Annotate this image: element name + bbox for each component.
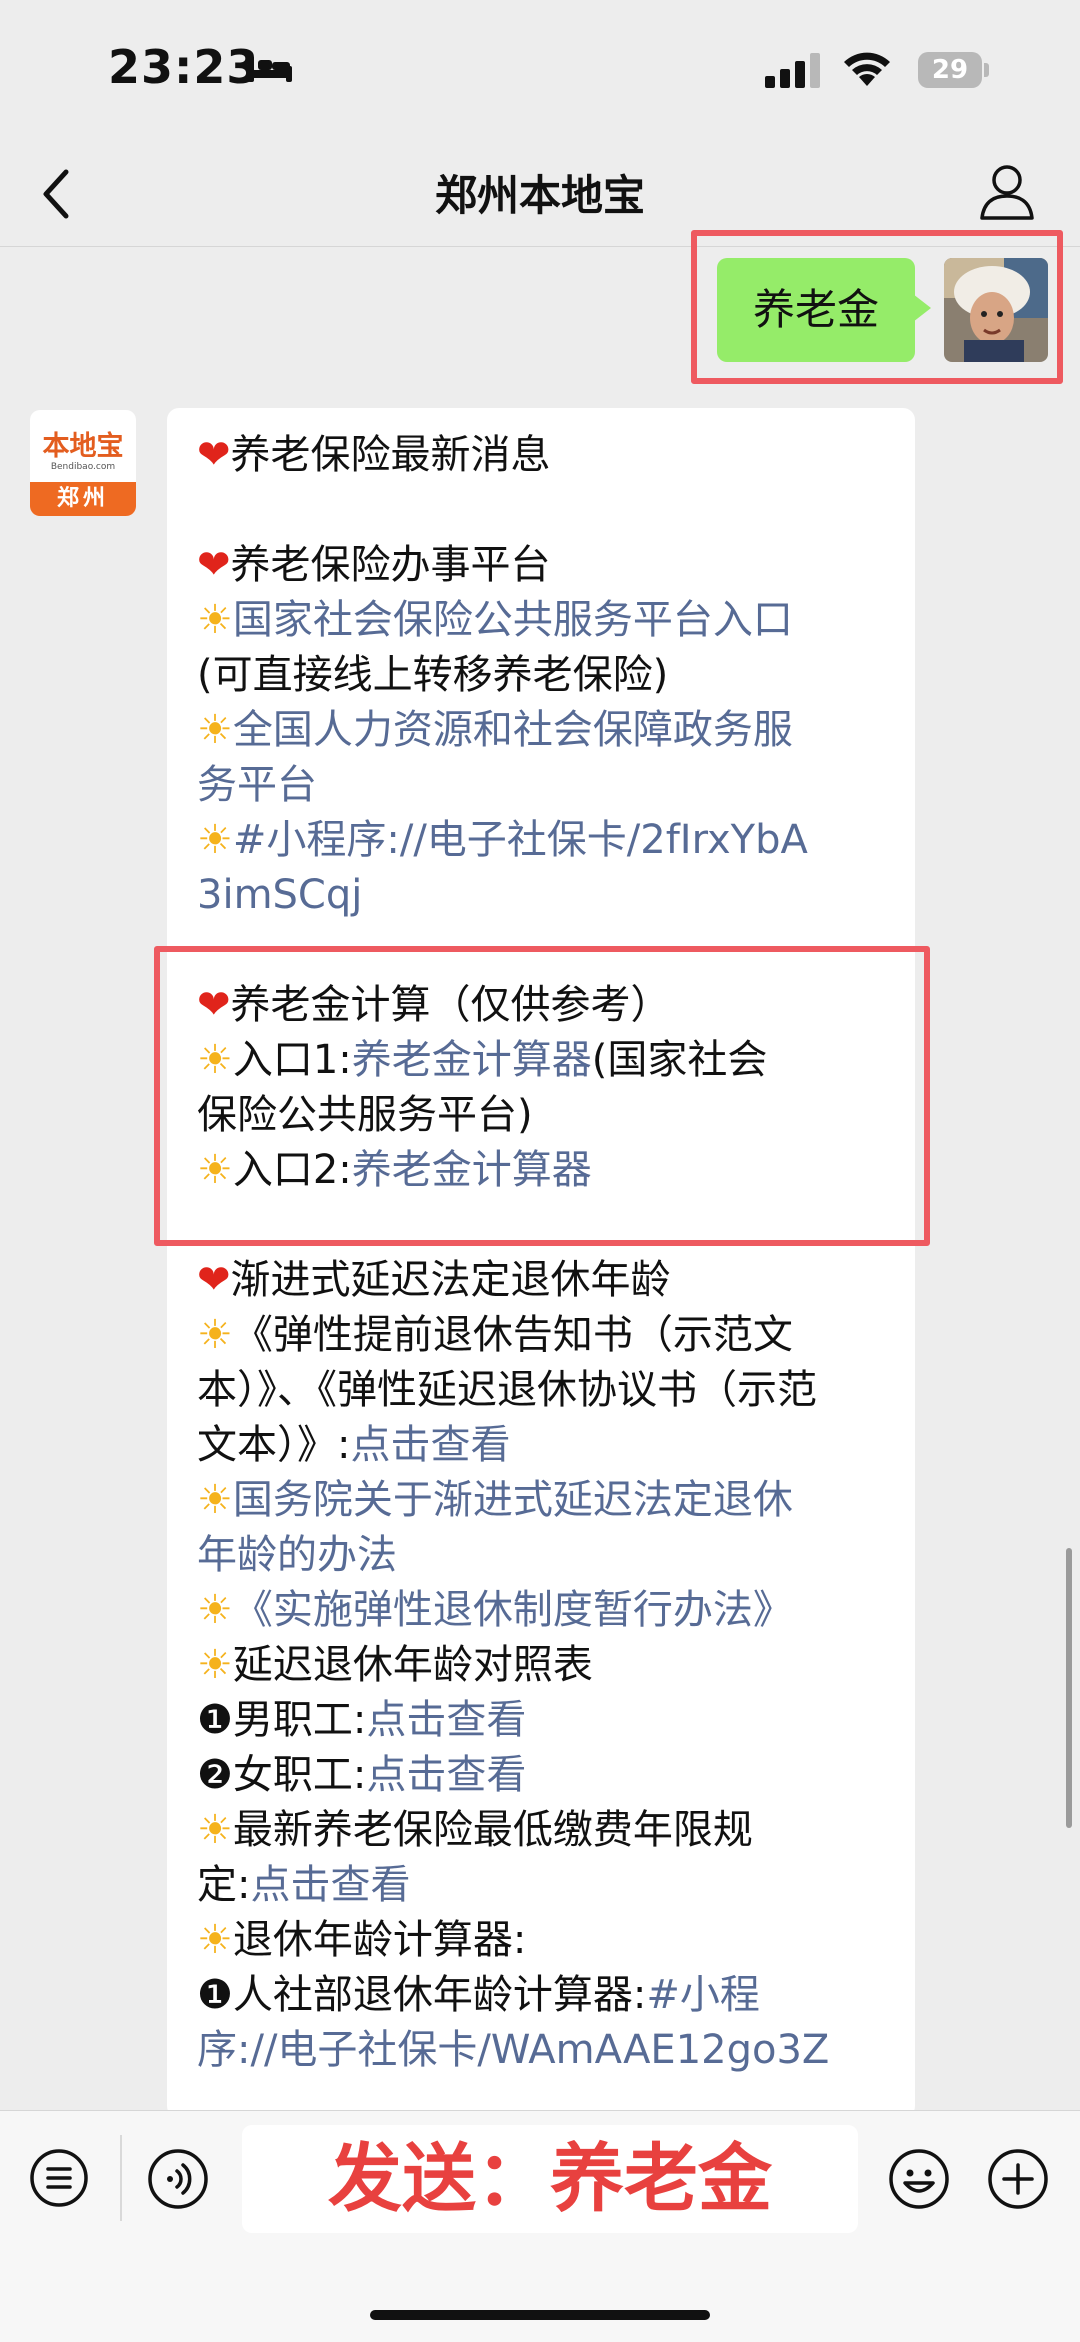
miniprogram-link[interactable]: #小程序://电子社保卡/2fIrxYbA xyxy=(233,817,808,863)
reply-line: ❷女职工: xyxy=(197,1752,367,1798)
voice-input-icon[interactable] xyxy=(146,2147,210,2211)
menu-switch-icon[interactable] xyxy=(28,2147,90,2209)
reply-line: 本）》、《弹性延迟退休协议书（示范 xyxy=(197,1367,817,1413)
view-link-male[interactable]: 点击查看 xyxy=(366,1697,526,1743)
retirement-calc-miniprogram-link-cont[interactable]: 序://电子社保卡/WAmAAE12go3Z xyxy=(197,2023,897,2078)
heart-icon: ❤ xyxy=(197,432,231,478)
view-link-female[interactable]: 点击查看 xyxy=(366,1752,526,1798)
heart-icon: ❤ xyxy=(197,542,231,588)
sun-icon: ☀ xyxy=(197,1642,233,1688)
reply-line: 渐进式延迟法定退休年龄 xyxy=(230,1257,671,1303)
reply-line: 定: xyxy=(197,1862,251,1908)
sun-icon: ☀ xyxy=(197,1312,233,1358)
scroll-indicator[interactable] xyxy=(1066,1548,1072,1828)
reply-line: 养老保险最新消息 xyxy=(230,432,551,478)
reply-line: 最新养老保险最低缴费年限规 xyxy=(232,1807,753,1853)
reply-line: 《弹性提前退休告知书（示范文 xyxy=(232,1312,793,1358)
chat-title: 郑州本地宝 xyxy=(434,171,645,220)
sleep-focus-icon xyxy=(248,56,292,82)
home-indicator[interactable] xyxy=(370,2310,710,2320)
sent-message-bubble[interactable]: 养老金 xyxy=(717,258,931,362)
reply-line: ❶人社部退休年龄计算器: xyxy=(197,1972,647,2018)
logo-city: 郑州 xyxy=(30,482,136,516)
reply-message-bubble: ❤养老保险最新消息 ❤养老保险办事平台 ☀国家社会保险公共服务平台入口 (可直接… xyxy=(167,408,915,2118)
reply-line: 文本）》: xyxy=(197,1422,351,1468)
battery-icon: 29 xyxy=(918,52,982,88)
toolbar-divider xyxy=(120,2135,122,2221)
sun-icon: ☀ xyxy=(197,1917,233,1963)
wifi-icon xyxy=(844,52,890,86)
status-time: 23:23 xyxy=(108,40,260,94)
reply-line: 退休年龄计算器: xyxy=(232,1917,527,1963)
sun-icon: ☀ xyxy=(197,1477,233,1523)
logo-text: 本地宝 xyxy=(42,431,124,462)
reply-line: (可直接线上转移养老保险) xyxy=(197,652,669,698)
reply-content: ❤养老保险最新消息 ❤养老保险办事平台 ☀国家社会保险公共服务平台入口 (可直接… xyxy=(197,428,897,2078)
hr-platform-link[interactable]: 全国人力资源和社会保障政务服 xyxy=(233,707,793,753)
hr-platform-link-cont[interactable]: 务平台 xyxy=(197,758,897,813)
sun-icon: ☀ xyxy=(197,1587,233,1633)
miniprogram-link-cont[interactable]: 3imSCqj xyxy=(197,868,897,923)
profile-icon[interactable] xyxy=(976,160,1038,222)
reply-line: 延迟退休年龄对照表 xyxy=(232,1642,593,1688)
logo-url: Bendibao.com xyxy=(50,462,116,472)
view-link-min-years[interactable]: 点击查看 xyxy=(250,1862,410,1908)
social-insurance-platform-link[interactable]: 国家社会保险公共服务平台入口 xyxy=(233,597,793,643)
state-council-link-cont[interactable]: 年龄的办法 xyxy=(197,1528,897,1583)
user-avatar[interactable] xyxy=(944,258,1048,362)
logo-top: 本地宝 Bendibao.com xyxy=(30,410,136,478)
retirement-calc-miniprogram-link[interactable]: #小程 xyxy=(646,1972,760,2018)
user-avatar-image xyxy=(944,258,1048,362)
plus-icon[interactable] xyxy=(986,2147,1050,2211)
flexible-retirement-link[interactable]: 《实施弹性退休制度暂行办法》 xyxy=(233,1587,793,1633)
battery-level: 29 xyxy=(931,55,969,85)
sun-icon: ☀ xyxy=(197,597,233,643)
official-account-avatar[interactable]: 本地宝 Bendibao.com 郑州 xyxy=(30,410,136,516)
state-council-link[interactable]: 国务院关于渐进式延迟法定退休 xyxy=(233,1477,793,1523)
sun-icon: ☀ xyxy=(197,1807,233,1853)
battery-tip xyxy=(984,63,989,77)
input-toolbar: 发送：养老金 xyxy=(0,2110,1080,2342)
cellular-signal-icon xyxy=(765,53,820,88)
sun-icon: ☀ xyxy=(197,707,233,753)
status-bar: 23:23 29 xyxy=(0,0,1080,140)
message-input[interactable]: 发送：养老金 xyxy=(242,2125,858,2233)
sun-icon: ☀ xyxy=(197,817,233,863)
pension-calculator-highlight xyxy=(154,946,930,1246)
reply-line: ❶男职工: xyxy=(197,1697,367,1743)
heart-icon: ❤ xyxy=(197,1257,231,1303)
input-text: 发送：养老金 xyxy=(328,2136,772,2222)
emoji-icon[interactable] xyxy=(887,2147,951,2211)
view-link[interactable]: 点击查看 xyxy=(350,1422,510,1468)
reply-line: 养老保险办事平台 xyxy=(230,542,551,588)
